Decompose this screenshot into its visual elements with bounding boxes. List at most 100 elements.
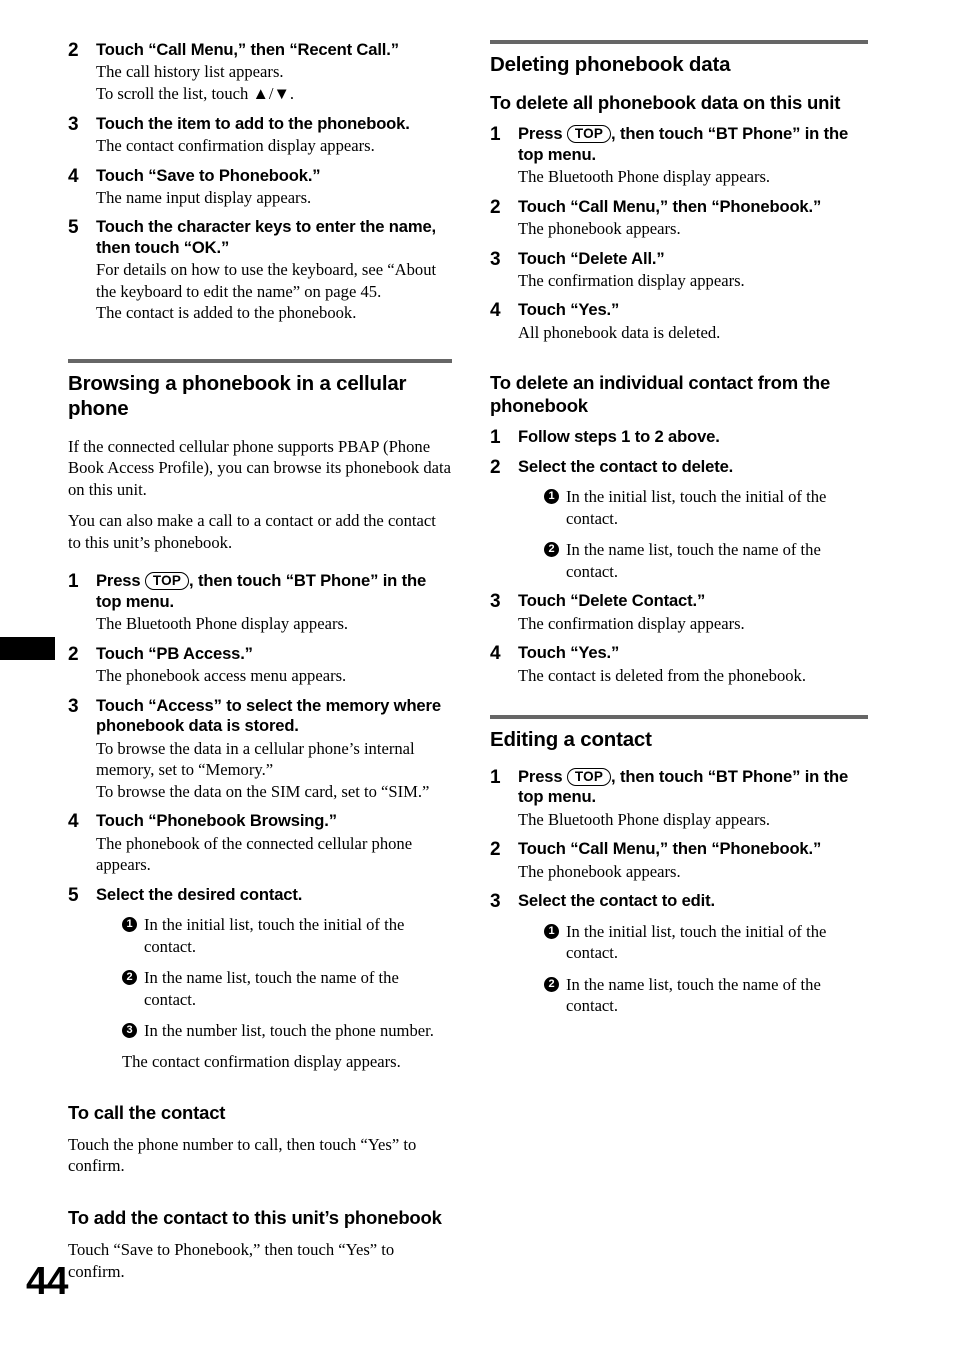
step-item: 1 Follow steps 1 to 2 above. (490, 427, 868, 449)
step-result-text: The contact confirmation display appears… (122, 1051, 401, 1071)
step-heading: Touch “PB Access.” (96, 643, 253, 663)
step-item: 4 Touch “Save to Phonebook.” The name in… (68, 166, 452, 209)
subsection-body: Touch “Save to Phonebook,” then touch “Y… (68, 1240, 395, 1281)
substep-list: 1 In the initial list, touch the initial… (518, 921, 868, 1017)
step-number: 3 (68, 113, 79, 135)
step-heading: Touch “Delete Contact.” (518, 591, 706, 611)
step-item: 4 Touch “Yes.” The contact is deleted fr… (490, 643, 868, 686)
step-body: The contact confirmation display appears… (96, 135, 375, 155)
step-number: 5 (68, 217, 79, 239)
section-title-browsing: Browsing a phonebook in a cellular phone (68, 371, 407, 420)
substep-list: 1 In the initial list, touch the initial… (518, 486, 868, 582)
circled-number-icon: 3 (122, 1023, 137, 1039)
step-number: 2 (68, 643, 79, 665)
page-number: 44 (26, 1260, 68, 1303)
step-heading: Follow steps 1 to 2 above. (518, 427, 720, 447)
section-rule (490, 715, 868, 720)
step-item: 2 Touch “PB Access.” The phonebook acces… (68, 644, 452, 687)
substep-text: In the initial list, touch the initial o… (566, 487, 827, 528)
subsection-title-add-contact: To add the contact to this unit’s phoneb… (68, 1207, 442, 1229)
step-number: 1 (490, 124, 501, 146)
step-body: The Bluetooth Phone display appears. (518, 809, 771, 829)
subsection-title-delete-individual: To delete an individual contact from the… (490, 372, 831, 416)
step-item: 4 Touch “Yes.” All phonebook data is del… (490, 300, 868, 343)
subsection-body: Touch the phone number to call, then tou… (68, 1134, 417, 1176)
step-number: 4 (68, 811, 79, 833)
substep-list: 1 In the initial list, touch the initial… (96, 914, 452, 1042)
step-heading: Touch the character keys to enter the na… (96, 217, 436, 257)
section-rule (68, 358, 452, 363)
step-body: The confirmation display appears. (518, 270, 745, 290)
substep-text: In the initial list, touch the initial o… (566, 921, 827, 963)
substep-item: 1 In the initial list, touch the initial… (122, 914, 452, 957)
step-heading: Touch “Yes.” (518, 643, 620, 663)
step-number: 3 (490, 591, 501, 613)
step-heading: Select the contact to delete. (518, 456, 734, 476)
subsection-title-delete-all: To delete all phonebook data on this uni… (490, 91, 841, 113)
circled-number-icon: 2 (544, 542, 559, 558)
top-key-icon[interactable]: TOP (144, 572, 190, 591)
left-column: 2 Touch “Call Menu,” then “Recent Call.”… (68, 40, 452, 1293)
step-item: 3 Touch “Delete Contact.” The confirmati… (490, 591, 868, 634)
step-item: 2 Select the contact to delete. 1 In the… (490, 457, 868, 583)
step-heading-prefix: Press (518, 767, 567, 786)
step-body: The name input display appears. (96, 187, 312, 207)
section-title-deleting: Deleting phonebook data (490, 53, 731, 76)
step-number: 3 (490, 248, 501, 270)
step-body: The Bluetooth Phone display appears. (96, 614, 349, 634)
substep-text: In the initial list, touch the initial o… (144, 915, 405, 956)
step-body: The phonebook appears. (518, 861, 681, 881)
step-item: 2 Touch “Call Menu,” then “Phonebook.” T… (490, 197, 868, 240)
step-item: 5 Touch the character keys to enter the … (68, 217, 452, 324)
step-body: The call history list appears. To scroll … (96, 62, 295, 103)
step-body: The Bluetooth Phone display appears. (518, 166, 771, 186)
substep-item: 2 In the name list, touch the name of th… (544, 539, 868, 582)
right-column: Deleting phonebook data To delete all ph… (490, 40, 868, 1026)
top-key-icon[interactable]: TOP (566, 768, 612, 786)
step-number: 2 (490, 456, 501, 478)
step-item: 1 Press TOP, then touch “BT Phone” in th… (490, 124, 868, 187)
step-heading: Touch “Call Menu,” then “Phonebook.” (518, 196, 822, 216)
step-item: 5 Select the desired contact. 1 In the i… (68, 885, 452, 1073)
step-item: 1 Press TOP, then touch “BT Phone” in th… (68, 571, 452, 634)
top-key-icon[interactable]: TOP (566, 125, 612, 144)
section-intro-paragraph: You can also make a call to a contact or… (68, 511, 436, 552)
step-item: 3 Touch “Delete All.” The confirmation d… (490, 249, 868, 292)
step-number: 5 (68, 884, 79, 906)
substep-item: 2 In the name list, touch the name of th… (544, 974, 868, 1017)
step-body: To browse the data in a cellular phone’s… (96, 738, 430, 801)
step-item: 3 Select the contact to edit. 1 In the i… (490, 891, 868, 1017)
step-body: The phonebook appears. (518, 218, 681, 238)
circled-number-icon: 2 (122, 970, 137, 986)
step-number: 3 (68, 695, 79, 717)
circled-number-icon: 1 (544, 489, 559, 505)
substep-text: In the name list, touch the name of the … (566, 974, 821, 1016)
step-heading: Touch “Yes.” (518, 300, 620, 320)
step-item: 2 Touch “Call Menu,” then “Recent Call.”… (68, 40, 452, 105)
section-rule (490, 40, 868, 44)
step-number: 2 (490, 839, 501, 861)
step-number: 1 (490, 427, 501, 449)
step-heading: Press TOP, then touch “BT Phone” in the … (518, 124, 868, 165)
substep-item: 2 In the name list, touch the name of th… (122, 967, 452, 1010)
step-item: 3 Touch “Access” to select the memory wh… (68, 696, 452, 803)
step-body: The contact is deleted from the phoneboo… (518, 665, 806, 685)
substep-item: 1 In the initial list, touch the initial… (544, 921, 868, 964)
step-number: 4 (490, 643, 501, 665)
step-number: 2 (490, 196, 501, 218)
step-number: 2 (68, 40, 79, 61)
step-heading: Touch “Access” to select the memory wher… (96, 695, 441, 736)
step-body: The confirmation display appears. (518, 613, 745, 633)
section-edge-tab-marker (0, 637, 55, 660)
step-number: 3 (490, 891, 501, 913)
step-item: 1 Press TOP, then touch “BT Phone” in th… (490, 767, 868, 830)
step-heading-prefix: Press (96, 571, 145, 591)
step-heading: Touch “Delete All.” (518, 248, 665, 268)
step-heading: Touch “Phonebook Browsing.” (96, 811, 337, 831)
section-intro-paragraph: If the connected cellular phone supports… (68, 436, 451, 499)
step-heading-prefix: Press (518, 124, 567, 144)
